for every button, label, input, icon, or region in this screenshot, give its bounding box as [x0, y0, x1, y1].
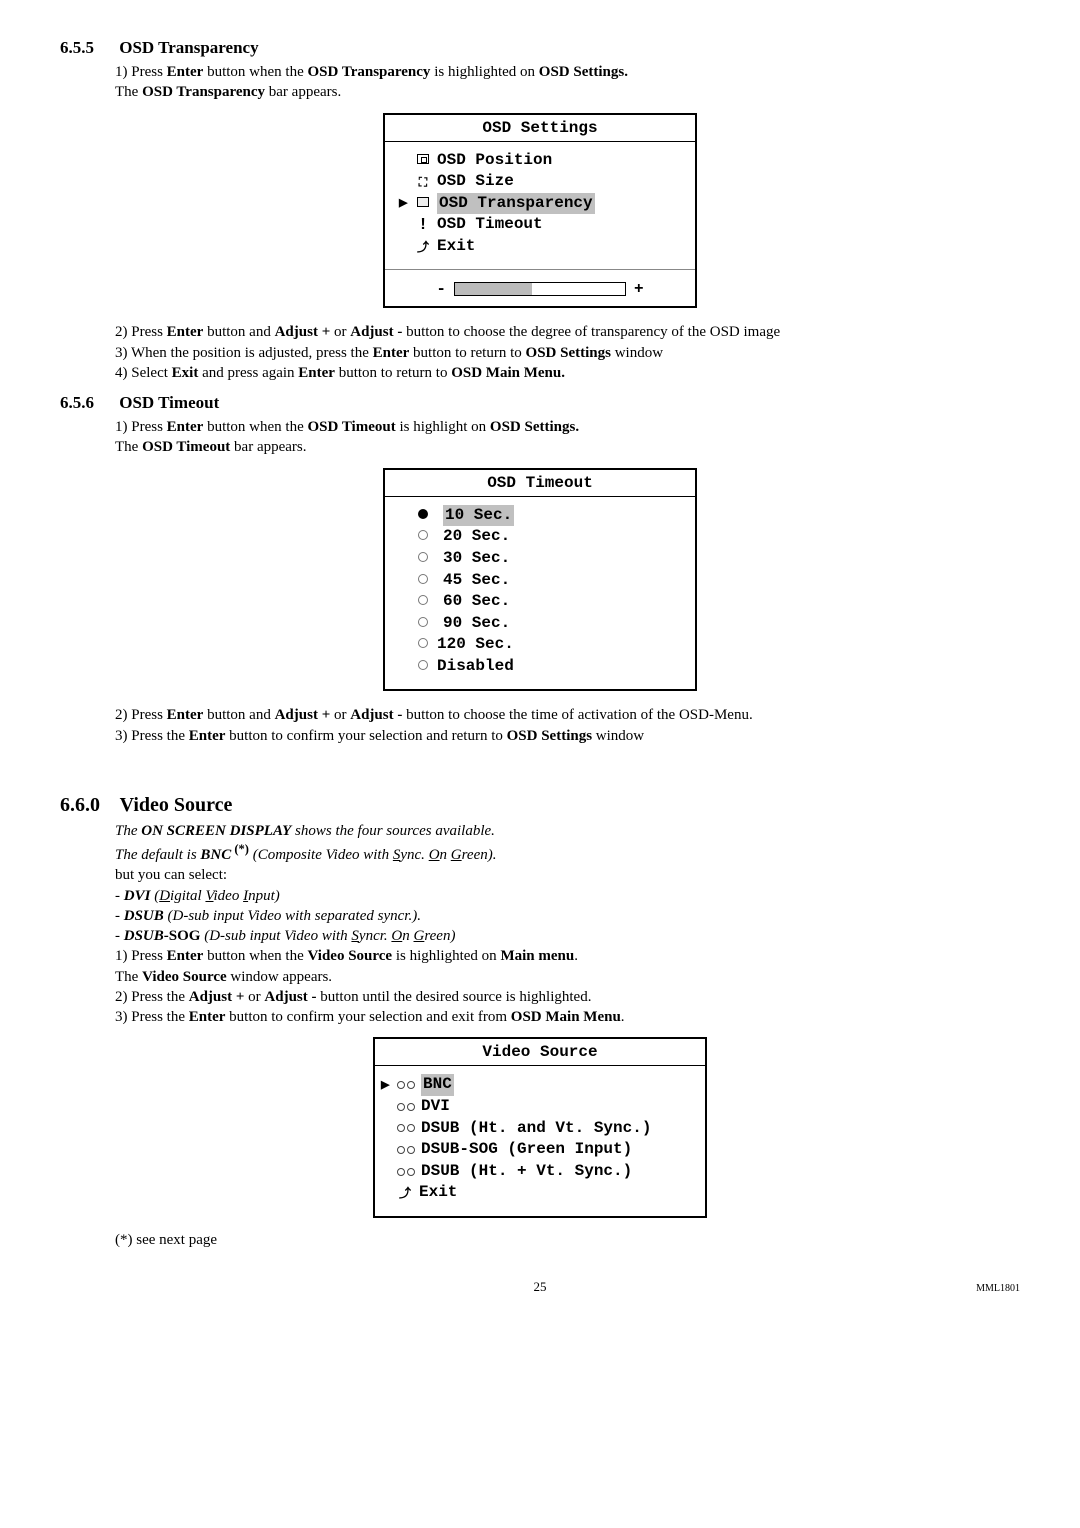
radio-open-icon: [415, 591, 431, 613]
page-number: 25: [380, 1279, 700, 1295]
connector-icon: [397, 1103, 415, 1111]
radio-open-icon: [415, 548, 431, 570]
body-655-steps: 2) Press Enter button and Adjust + or Ad…: [115, 322, 1020, 383]
radio-filled-icon: [415, 505, 431, 527]
footnote-660: (*) see next page: [115, 1232, 1020, 1249]
pointer-icon: ▶: [381, 1078, 391, 1093]
osd-settings-title: OSD Settings: [385, 115, 695, 142]
video-opt-dsubsog: DSUB-SOG (Green Input): [381, 1139, 691, 1161]
connector-icon: [397, 1124, 415, 1132]
heading-title: OSD Transparency: [119, 38, 258, 57]
connector-icon: [397, 1168, 415, 1176]
body-660-intro: The ON SCREEN DISPLAY shows the four sou…: [115, 821, 1020, 1028]
video-opt-dsub2: DSUB (Ht. + Vt. Sync.): [381, 1161, 691, 1183]
heading-num: 6.5.5: [60, 38, 115, 58]
plus-label: +: [634, 280, 644, 298]
heading-num: 6.5.6: [60, 393, 115, 413]
timeout-opt-90: 90 Sec.: [399, 613, 681, 635]
heading-title: Video Source: [120, 794, 233, 816]
osd-adjust-bar: - +: [385, 269, 695, 306]
video-opt-bnc: ▶ BNC: [381, 1074, 691, 1096]
connector-icon: [397, 1081, 415, 1089]
osd-item-exit: ⤴ Exit: [399, 236, 681, 258]
video-opt-dvi: DVI: [381, 1096, 691, 1118]
radio-open-icon: [415, 634, 431, 656]
slider-fill: [455, 283, 532, 295]
timeout-opt-120: 120 Sec.: [399, 634, 681, 656]
video-opt-dsub1: DSUB (Ht. and Vt. Sync.): [381, 1118, 691, 1140]
timeout-opt-30: 30 Sec.: [399, 548, 681, 570]
radio-open-icon: [415, 526, 431, 548]
pointer-icon: ▶: [399, 196, 409, 211]
slider-track: [454, 282, 626, 296]
timeout-opt-60: 60 Sec.: [399, 591, 681, 613]
heading-num: 6.6.0: [60, 794, 115, 817]
body-655-step1: 1) Press Enter button when the OSD Trans…: [115, 62, 1020, 103]
radio-open-icon: [415, 613, 431, 635]
resize-icon: ⛶: [415, 174, 431, 190]
timeout-opt-20: 20 Sec.: [399, 526, 681, 548]
timeout-opt-45: 45 Sec.: [399, 570, 681, 592]
rectangle-icon: [415, 150, 431, 172]
heading-655: 6.5.5 OSD Transparency: [60, 38, 1020, 58]
transparency-icon: [415, 193, 431, 215]
osd-item-timeout: ! OSD Timeout: [399, 214, 681, 236]
exclamation-icon: !: [415, 214, 431, 236]
heading-title: OSD Timeout: [119, 393, 219, 412]
osd-item-position: OSD Position: [399, 150, 681, 172]
minus-label: -: [436, 280, 446, 298]
connector-icon: [397, 1146, 415, 1154]
exit-icon: ⤴: [397, 1185, 413, 1201]
osd-item-transparency: ▶ OSD Transparency: [399, 193, 681, 215]
osd-item-size: ⛶ OSD Size: [399, 171, 681, 193]
video-opt-exit: ⤴ Exit: [381, 1182, 691, 1204]
radio-open-icon: [415, 570, 431, 592]
video-source-panel: Video Source ▶ BNC DVI DSUB (Ht. and Vt.…: [373, 1037, 707, 1218]
page-footer: 25 MML1801: [60, 1279, 1020, 1295]
radio-open-icon: [415, 656, 431, 678]
timeout-opt-10: 10 Sec.: [399, 505, 681, 527]
exit-icon: ⤴: [415, 239, 431, 255]
body-656-step1: 1) Press Enter button when the OSD Timeo…: [115, 417, 1020, 458]
body-656-steps: 2) Press Enter button and Adjust + or Ad…: [115, 705, 1020, 746]
heading-656: 6.5.6 OSD Timeout: [60, 393, 1020, 413]
heading-660: 6.6.0 Video Source: [60, 794, 1020, 817]
osd-settings-panel: OSD Settings OSD Position ⛶ OSD Size ▶ O…: [383, 113, 697, 309]
osd-timeout-panel: OSD Timeout 10 Sec. 20 Sec. 30 Sec. 45 S…: [383, 468, 697, 692]
osd-timeout-title: OSD Timeout: [385, 470, 695, 497]
model-number: MML1801: [976, 1283, 1020, 1294]
video-source-title: Video Source: [375, 1039, 705, 1066]
timeout-opt-disabled: Disabled: [399, 656, 681, 678]
